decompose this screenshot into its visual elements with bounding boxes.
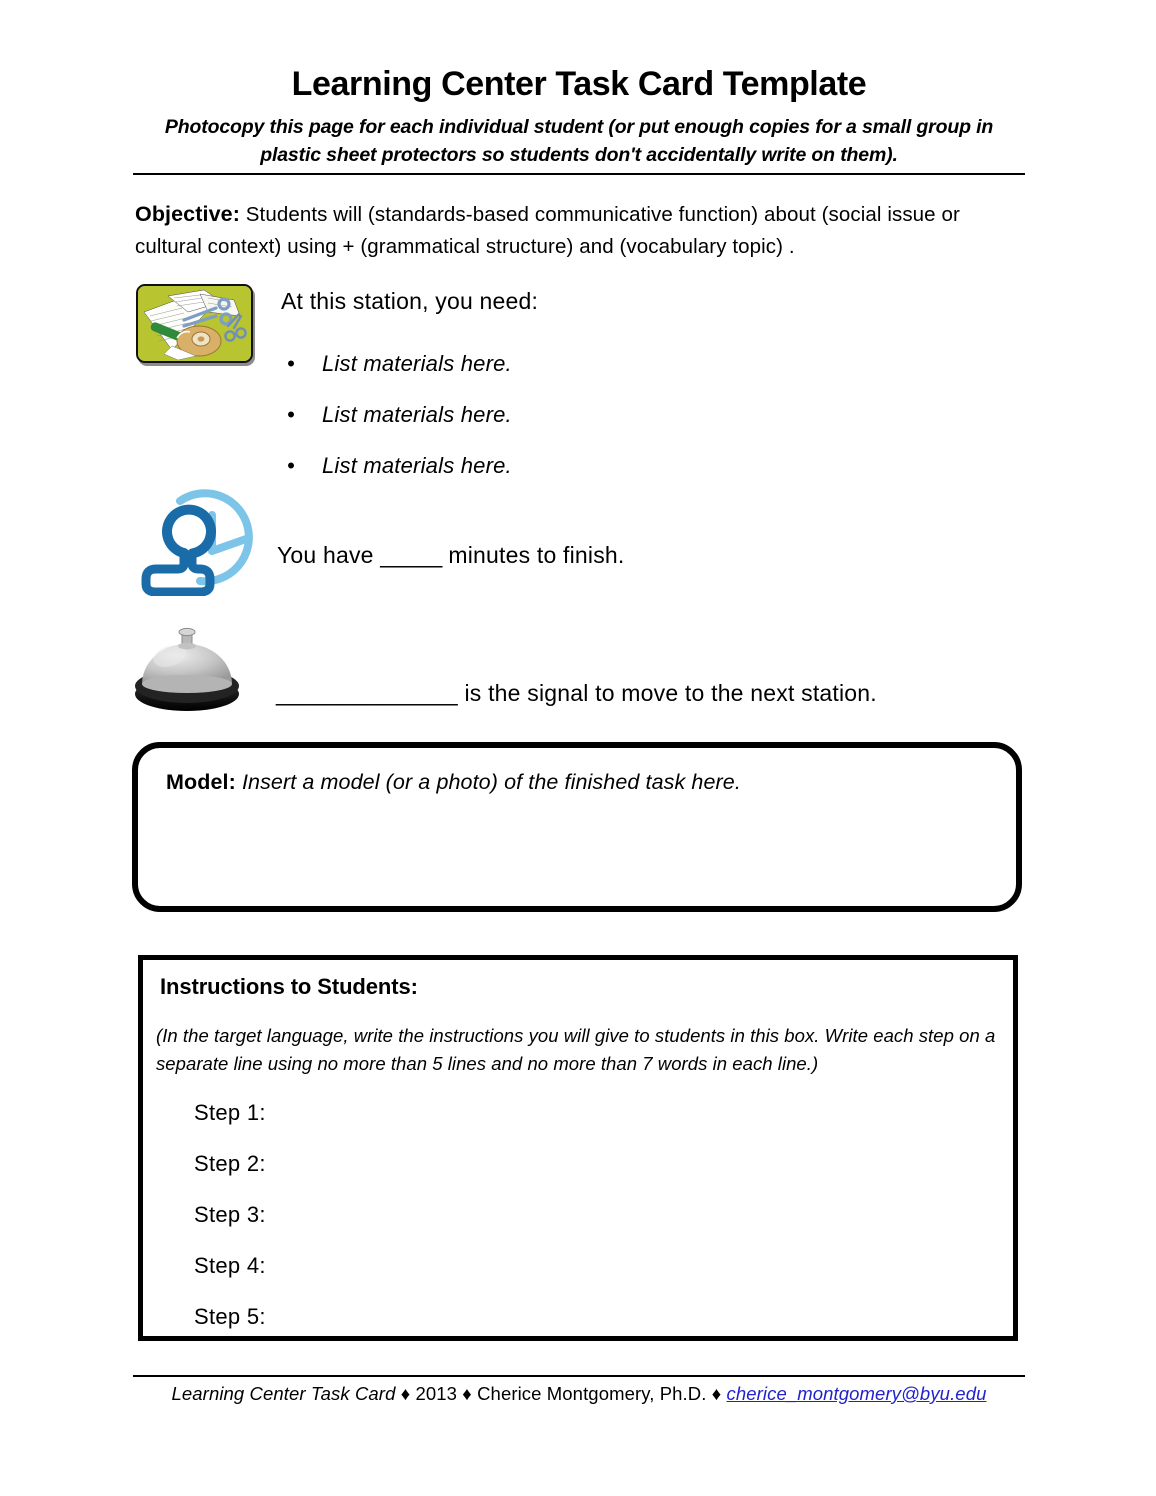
- list-item: Step 3:: [194, 1202, 266, 1227]
- header-divider: [133, 173, 1025, 175]
- materials-list: • List materials here. • List materials …: [281, 338, 701, 491]
- timer-text-after: minutes to finish.: [441, 542, 625, 568]
- list-item: Step 5:: [194, 1304, 266, 1329]
- footer: Learning Center Task Card ♦ 2013 ♦ Cheri…: [133, 1383, 1025, 1405]
- bell-sentence: ______________ is the signal to move to …: [276, 680, 877, 707]
- document-page: Learning Center Task Card Template Photo…: [0, 0, 1156, 1496]
- model-label: Model:: [166, 770, 236, 794]
- bullet-icon: •: [287, 453, 295, 478]
- bell-text-after: is the signal to move to the next statio…: [457, 680, 877, 706]
- footer-separator: ♦: [395, 1383, 416, 1404]
- steps-list: Step 1: Step 2: Step 3: Step 4: Step 5:: [194, 1087, 266, 1342]
- instructions-note: (In the target language, write the instr…: [156, 1025, 996, 1075]
- materials-lead-text: At this station, you need:: [281, 288, 539, 314]
- model-box: Model: Insert a model (or a photo) of th…: [132, 742, 1022, 912]
- timer-text-before: You have: [277, 542, 381, 568]
- list-item: • List materials here.: [281, 338, 701, 389]
- footer-author: Cherice Montgomery, Ph.D.: [477, 1383, 707, 1404]
- bullet-icon: •: [287, 351, 295, 376]
- footer-separator: ♦: [457, 1383, 478, 1404]
- page-title: Learning Center Task Card Template: [291, 65, 867, 103]
- list-item-label: List materials here.: [322, 402, 512, 427]
- person-clock-icon: [134, 479, 276, 597]
- bell-blank: ______________: [276, 680, 458, 706]
- timer-sentence: You have _____ minutes to finish.: [277, 542, 625, 569]
- bullet-icon: •: [287, 402, 295, 427]
- footer-doc-name: Learning Center Task Card: [171, 1383, 396, 1404]
- instructions-title: Instructions to Students:: [160, 974, 418, 999]
- service-bell-icon: [128, 622, 246, 715]
- model-line: Model: Insert a model (or a photo) of th…: [166, 770, 741, 795]
- objective-label: Objective:: [135, 202, 240, 226]
- model-text: Insert a model (or a photo) of the finis…: [241, 770, 741, 794]
- objective-paragraph: Objective: Students will (standards-base…: [135, 198, 1015, 263]
- list-item: Step 2:: [194, 1151, 266, 1176]
- timer-icon-svg: [141, 489, 253, 597]
- bell-icon-svg: [135, 627, 239, 711]
- materials-clipart: [136, 284, 253, 363]
- timer-blank: _____: [380, 542, 442, 568]
- objective-text: Students will (standards-based communica…: [135, 203, 960, 259]
- list-item-label: List materials here.: [322, 453, 512, 478]
- list-item: • List materials here.: [281, 389, 701, 440]
- page-subtitle: Photocopy this page for each individual …: [164, 116, 994, 166]
- list-item: Step 1:: [194, 1100, 266, 1125]
- list-item: Step 4:: [194, 1253, 266, 1278]
- instructions-box: Instructions to Students: (In the target…: [138, 955, 1018, 1341]
- supplies-icon: [138, 286, 251, 361]
- list-item-label: List materials here.: [322, 351, 512, 376]
- footer-email-link[interactable]: cherice_montgomery@byu.edu: [727, 1383, 987, 1404]
- footer-year: 2013: [415, 1383, 458, 1404]
- list-item: • List materials here.: [281, 440, 701, 491]
- footer-divider: [133, 1375, 1025, 1377]
- footer-separator: ♦: [706, 1383, 727, 1404]
